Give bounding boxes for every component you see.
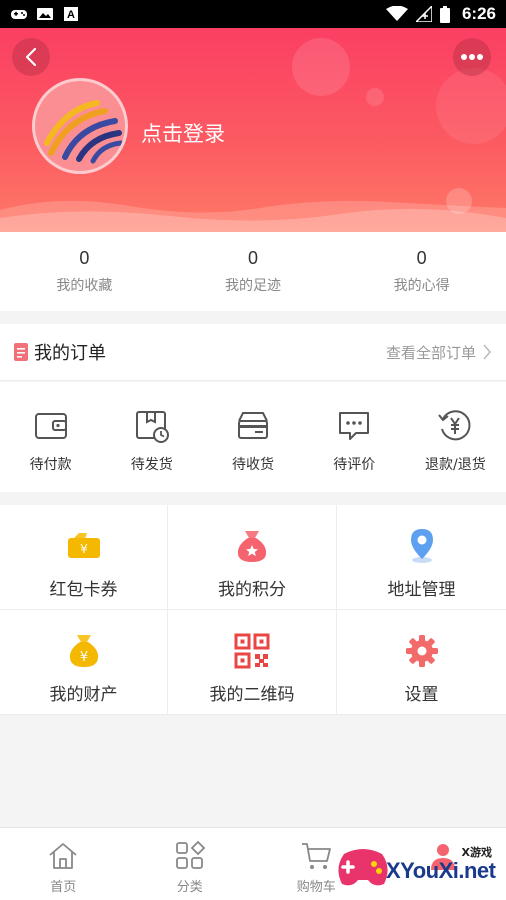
service-grid: ¥ 红包卡券 我的积分 地址管理 ¥ 我的财产 我的二维码 设置	[0, 505, 506, 715]
menu-assets[interactable]: ¥ 我的财产	[0, 610, 168, 715]
menu-label: 红包卡券	[49, 580, 118, 600]
wifi-icon	[385, 6, 408, 21]
status-bar-left: A	[10, 7, 80, 21]
view-all-orders-link[interactable]: 查看全部订单	[386, 342, 492, 363]
decor-bubble	[366, 88, 384, 106]
home-icon	[49, 843, 77, 869]
header-wave	[0, 200, 506, 232]
cart-icon	[302, 843, 332, 869]
chevron-left-icon	[25, 47, 37, 67]
decor-bubble	[292, 38, 350, 96]
stat-label: 我的足迹	[225, 278, 281, 294]
svg-text:A: A	[67, 9, 75, 21]
text-a-icon: A	[64, 7, 78, 21]
order-status-label: 待评价	[333, 457, 376, 473]
stat-label: 我的收藏	[56, 278, 113, 294]
order-list-icon	[14, 343, 28, 361]
location-pin-icon	[410, 529, 433, 563]
tab-label: 购物车	[296, 880, 336, 895]
site-watermark: X游戏 XYouXi.net	[334, 838, 502, 894]
stat-value: 0	[416, 248, 427, 268]
order-status-refund[interactable]: 退款/退货	[405, 382, 506, 492]
orders-header: 我的订单 查看全部订单	[0, 324, 506, 381]
menu-settings[interactable]: 设置	[337, 610, 506, 715]
stat-footprints[interactable]: 0 我的足迹	[169, 232, 338, 311]
gamepad-icon	[11, 10, 27, 19]
order-status-pending-receipt[interactable]: 待收货	[202, 382, 303, 492]
status-bar-right: 6:26	[385, 4, 496, 24]
comment-icon	[339, 412, 370, 440]
tab-home[interactable]: 首页	[0, 828, 127, 900]
back-button[interactable]	[12, 38, 50, 76]
order-status-pending-review[interactable]: 待评价	[304, 382, 405, 492]
stat-favorites[interactable]: 0 我的收藏	[0, 232, 169, 311]
app-logo	[44, 100, 124, 164]
stat-notes[interactable]: 0 我的心得	[337, 232, 506, 311]
more-button[interactable]	[453, 38, 491, 76]
category-icon	[175, 840, 206, 869]
card-box-icon	[238, 412, 268, 439]
profile-header: 点击登录	[0, 28, 506, 232]
svg-text:¥: ¥	[80, 542, 88, 556]
stat-value: 0	[79, 248, 90, 268]
tab-label: 分类	[176, 880, 203, 895]
order-status-label: 待发货	[130, 457, 173, 473]
menu-label: 设置	[404, 685, 439, 705]
order-status-row: 待付款 待发货 待收货 待评价 退款/退货	[0, 382, 506, 492]
menu-label: 我的二维码	[209, 685, 295, 705]
order-status-label: 待收货	[232, 457, 274, 473]
signal-icon	[415, 6, 432, 22]
menu-address[interactable]: 地址管理	[337, 505, 506, 610]
orders-title: 我的订单	[34, 343, 106, 364]
coupon-icon: ¥	[67, 533, 100, 558]
chevron-right-icon	[483, 344, 492, 360]
menu-label: 地址管理	[387, 580, 456, 600]
stat-value: 0	[248, 248, 259, 268]
refund-icon	[438, 410, 471, 441]
menu-label: 我的财产	[49, 685, 118, 705]
decor-bubble	[436, 68, 506, 144]
image-icon	[37, 8, 53, 20]
stat-label: 我的心得	[393, 278, 450, 294]
menu-coupons[interactable]: ¥ 红包卡券	[0, 505, 168, 610]
wallet-icon	[34, 413, 67, 439]
order-status-pending-shipment[interactable]: 待发货	[101, 382, 202, 492]
menu-points[interactable]: 我的积分	[168, 505, 337, 610]
qr-code-icon	[234, 633, 270, 669]
status-bar: A 6:26	[0, 0, 506, 28]
order-status-pending-payment[interactable]: 待付款	[0, 382, 101, 492]
stats-row: 0 我的收藏 0 我的足迹 0 我的心得	[0, 232, 506, 311]
points-bag-icon	[237, 531, 267, 562]
view-all-orders-label: 查看全部订单	[385, 343, 476, 362]
more-dots-icon	[461, 54, 483, 60]
order-status-label: 待付款	[29, 457, 72, 473]
watermark-big-text: XYouXi.net	[386, 858, 496, 883]
menu-label: 我的积分	[218, 580, 286, 600]
menu-qrcode[interactable]: 我的二维码	[168, 610, 337, 715]
gamepad-logo-icon	[338, 849, 388, 886]
gear-icon	[405, 635, 438, 667]
login-prompt[interactable]: 点击登录	[141, 118, 225, 148]
status-time: 6:26	[461, 4, 496, 23]
battery-icon	[439, 5, 450, 23]
order-status-label: 退款/退货	[425, 457, 486, 473]
package-clock-icon	[135, 411, 169, 443]
money-bag-icon: ¥	[69, 635, 98, 667]
avatar[interactable]	[32, 78, 128, 174]
tab-label: 首页	[50, 880, 77, 895]
orders-title-group: 我的订单	[14, 339, 106, 365]
tab-category[interactable]: 分类	[127, 828, 254, 900]
svg-text:¥: ¥	[79, 650, 87, 665]
